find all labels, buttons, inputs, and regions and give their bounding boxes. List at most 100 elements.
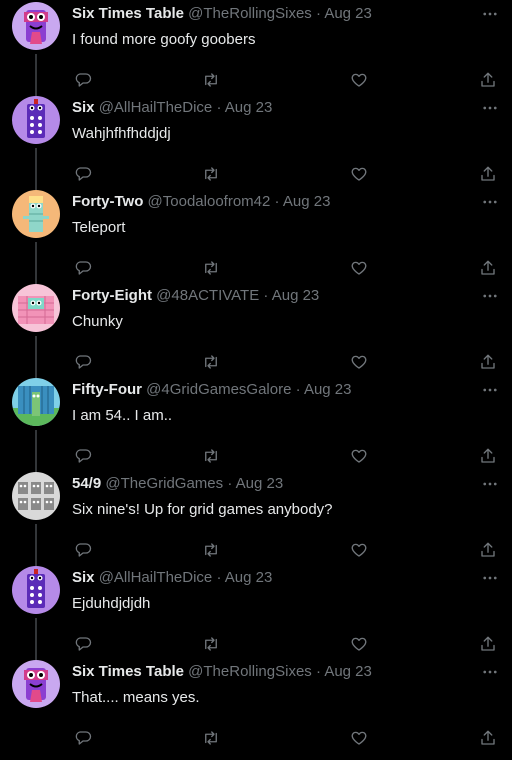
tweet[interactable]: Six Times Table @TheRollingSixes · Aug 2… <box>0 0 512 96</box>
tweet-actions <box>72 444 500 468</box>
six-avatar <box>12 96 60 144</box>
more-horizontal-icon[interactable] <box>480 474 500 494</box>
six-avatar <box>12 566 60 614</box>
heart-icon[interactable] <box>349 258 369 278</box>
display-name[interactable]: Six Times Table <box>72 663 184 680</box>
separator: · <box>263 287 269 304</box>
thread-connector <box>35 618 37 660</box>
avatar[interactable] <box>12 284 60 332</box>
separator: · <box>315 663 321 680</box>
thread-connector <box>35 54 37 96</box>
tweet[interactable]: Six Times Table @TheRollingSixes · Aug 2… <box>0 658 512 752</box>
retweet-icon[interactable] <box>201 446 221 466</box>
avatar[interactable] <box>12 2 60 50</box>
tweet-date[interactable]: Aug 23 <box>324 663 372 680</box>
separator: · <box>315 5 321 22</box>
more-horizontal-icon[interactable] <box>480 568 500 588</box>
share-icon[interactable] <box>478 728 498 748</box>
reply-icon[interactable] <box>73 352 93 372</box>
share-icon[interactable] <box>478 70 498 90</box>
user-handle[interactable]: @4GridGamesGalore <box>146 381 291 398</box>
tweet[interactable]: Six @AllHailTheDice · Aug 23 Wahjhfhfhdd… <box>0 94 512 190</box>
user-handle[interactable]: @TheRollingSixes <box>188 663 312 680</box>
reply-icon[interactable] <box>73 164 93 184</box>
share-icon[interactable] <box>478 634 498 654</box>
display-name[interactable]: Fifty-Four <box>72 381 142 398</box>
tweet[interactable]: Fifty-Four @4GridGamesGalore · Aug 23 I … <box>0 376 512 472</box>
avatar[interactable] <box>12 660 60 708</box>
share-icon[interactable] <box>478 352 498 372</box>
tweet[interactable]: Forty-Two @Toodaloofrom42 · Aug 23 Telep… <box>0 188 512 284</box>
share-icon[interactable] <box>478 164 498 184</box>
display-name[interactable]: Forty-Two <box>72 193 143 210</box>
tweet-date[interactable]: Aug 23 <box>272 287 320 304</box>
reply-icon[interactable] <box>73 70 93 90</box>
tweet[interactable]: Forty-Eight @48ACTIVATE · Aug 23 Chunky <box>0 282 512 378</box>
separator: · <box>295 381 301 398</box>
tweet-actions <box>72 632 500 656</box>
user-handle[interactable]: @AllHailTheDice <box>99 99 213 116</box>
share-icon[interactable] <box>478 540 498 560</box>
heart-icon[interactable] <box>349 446 369 466</box>
separator: · <box>227 475 233 492</box>
reply-icon[interactable] <box>73 634 93 654</box>
thread-connector <box>35 242 37 284</box>
retweet-icon[interactable] <box>201 258 221 278</box>
display-name[interactable]: Forty-Eight <box>72 287 152 304</box>
reply-icon[interactable] <box>73 540 93 560</box>
user-handle[interactable]: @Toodaloofrom42 <box>148 193 271 210</box>
more-horizontal-icon[interactable] <box>480 4 500 24</box>
heart-icon[interactable] <box>349 164 369 184</box>
user-handle[interactable]: @TheRollingSixes <box>188 5 312 22</box>
more-horizontal-icon[interactable] <box>480 286 500 306</box>
tweet[interactable]: 54/9 @TheGridGames · Aug 23 Six nine's! … <box>0 470 512 566</box>
user-handle[interactable]: @48ACTIVATE <box>156 287 259 304</box>
display-name[interactable]: Six Times Table <box>72 5 184 22</box>
avatar[interactable] <box>12 566 60 614</box>
retweet-icon[interactable] <box>201 70 221 90</box>
tweet-date[interactable]: Aug 23 <box>283 193 331 210</box>
display-name[interactable]: Six <box>72 569 95 586</box>
tweet-date[interactable]: Aug 23 <box>324 5 372 22</box>
thread-connector <box>35 148 37 190</box>
avatar[interactable] <box>12 378 60 426</box>
reply-icon[interactable] <box>73 258 93 278</box>
fifty-four-avatar <box>12 378 60 426</box>
share-icon[interactable] <box>478 446 498 466</box>
avatar[interactable] <box>12 96 60 144</box>
more-horizontal-icon[interactable] <box>480 192 500 212</box>
tweet-date[interactable]: Aug 23 <box>225 569 273 586</box>
tweet-date[interactable]: Aug 23 <box>304 381 352 398</box>
tweet-actions <box>72 68 500 92</box>
share-icon[interactable] <box>478 258 498 278</box>
tweet-text: I am 54.. I am.. <box>72 407 173 424</box>
retweet-icon[interactable] <box>201 634 221 654</box>
display-name[interactable]: Six <box>72 99 95 116</box>
retweet-icon[interactable] <box>201 352 221 372</box>
tweet-text: I found more goofy goobers <box>72 31 256 48</box>
tweet-actions <box>72 350 500 374</box>
heart-icon[interactable] <box>349 634 369 654</box>
user-handle[interactable]: @TheGridGames <box>105 475 223 492</box>
heart-icon[interactable] <box>349 352 369 372</box>
tweet[interactable]: Six @AllHailTheDice · Aug 23 Ejduhdjdjdh <box>0 564 512 660</box>
more-horizontal-icon[interactable] <box>480 98 500 118</box>
retweet-icon[interactable] <box>201 728 221 748</box>
heart-icon[interactable] <box>349 70 369 90</box>
heart-icon[interactable] <box>349 728 369 748</box>
retweet-icon[interactable] <box>201 164 221 184</box>
user-handle[interactable]: @AllHailTheDice <box>99 569 213 586</box>
heart-icon[interactable] <box>349 540 369 560</box>
tweet-date[interactable]: Aug 23 <box>236 475 284 492</box>
more-horizontal-icon[interactable] <box>480 662 500 682</box>
retweet-icon[interactable] <box>201 540 221 560</box>
reply-icon[interactable] <box>73 446 93 466</box>
avatar[interactable] <box>12 190 60 238</box>
display-name[interactable]: 54/9 <box>72 475 101 492</box>
avatar[interactable] <box>12 472 60 520</box>
separator: · <box>216 99 222 116</box>
tweet-header: Six Times Table @TheRollingSixes · Aug 2… <box>72 662 468 682</box>
more-horizontal-icon[interactable] <box>480 380 500 400</box>
tweet-date[interactable]: Aug 23 <box>225 99 273 116</box>
reply-icon[interactable] <box>73 728 93 748</box>
